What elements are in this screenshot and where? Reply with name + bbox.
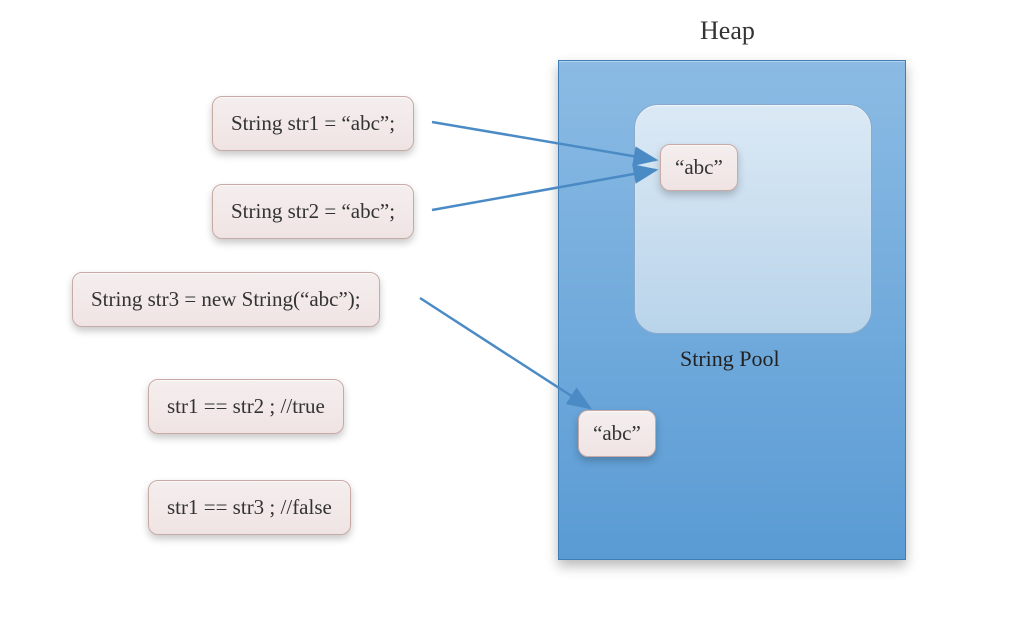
code-str2-decl: String str2 = “abc”; bbox=[212, 184, 414, 239]
code-str3-decl: String str3 = new String(“abc”); bbox=[72, 272, 380, 327]
heap-label: Heap bbox=[700, 16, 755, 46]
code-cmp12: str1 == str2 ; //true bbox=[148, 379, 344, 434]
diagram-stage: Heap “abc” String Pool “abc” String str1… bbox=[0, 0, 1024, 640]
heap-abc: “abc” bbox=[578, 410, 656, 457]
string-pool-region bbox=[634, 104, 872, 334]
code-str1-decl: String str1 = “abc”; bbox=[212, 96, 414, 151]
string-pool-abc: “abc” bbox=[660, 144, 738, 191]
string-pool-label: String Pool bbox=[680, 346, 780, 372]
code-cmp13: str1 == str3 ; //false bbox=[148, 480, 351, 535]
